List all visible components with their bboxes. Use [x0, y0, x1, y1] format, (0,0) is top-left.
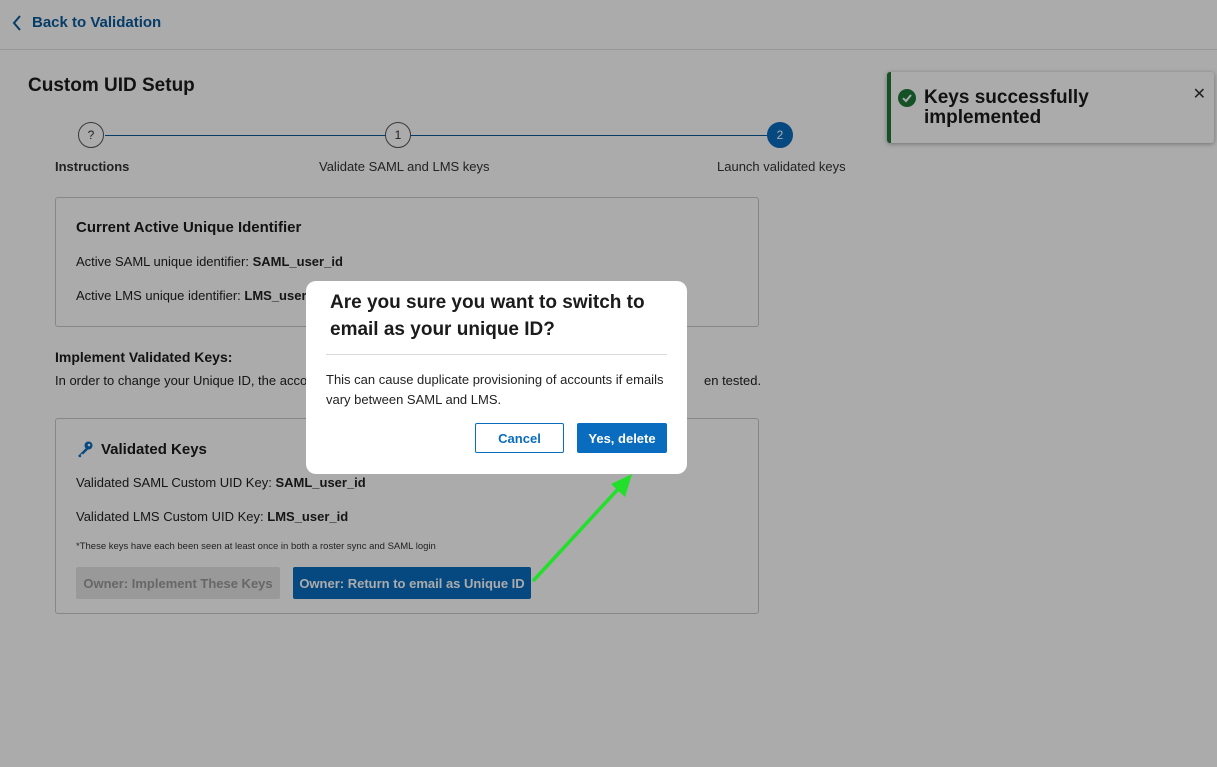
confirm-dialog: Are you sure you want to switch to email…	[306, 281, 687, 474]
yes-delete-button[interactable]: Yes, delete	[577, 423, 667, 453]
cancel-button[interactable]: Cancel	[475, 423, 564, 453]
dialog-title: Are you sure you want to switch to email…	[330, 292, 645, 340]
dialog-divider	[326, 354, 667, 355]
dialog-body: This can cause duplicate provisioning of…	[326, 372, 664, 407]
